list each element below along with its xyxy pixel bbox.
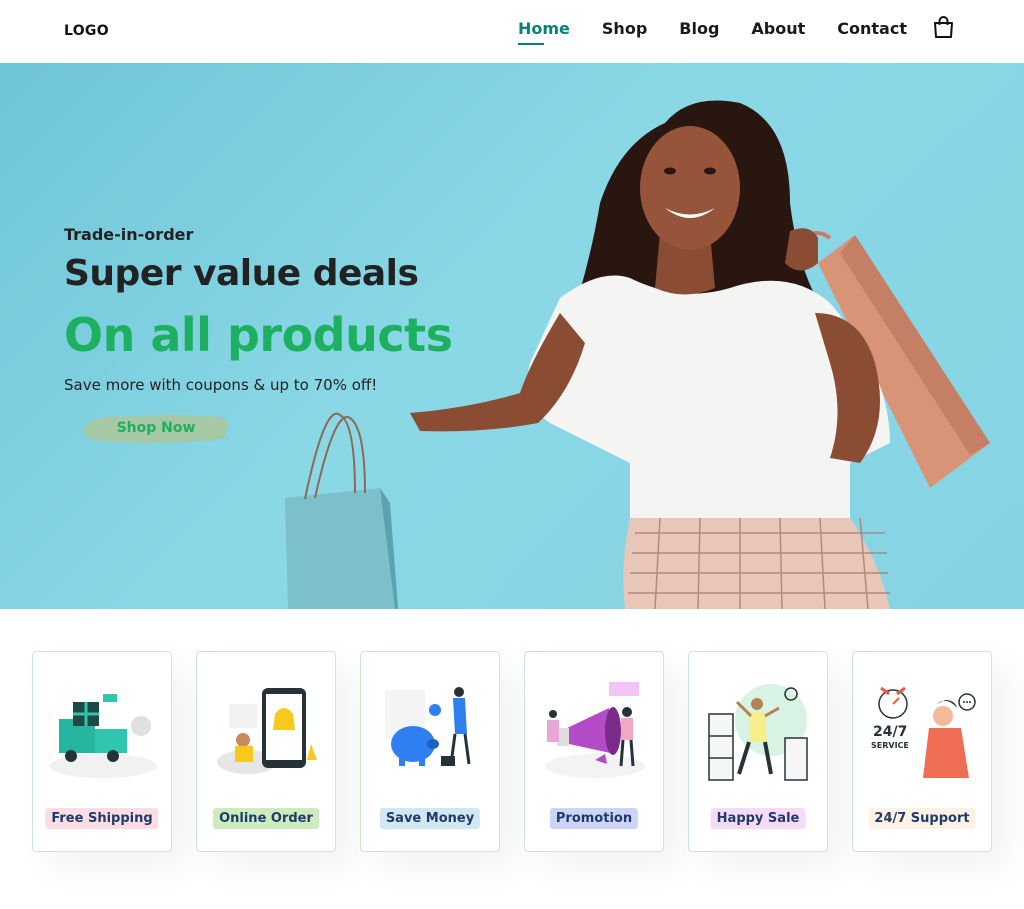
online-order-phone-illustration bbox=[217, 688, 317, 774]
shop-now-button[interactable]: Shop Now bbox=[80, 409, 232, 447]
site-logo[interactable]: LOGO bbox=[64, 23, 109, 39]
hero-highlight-title: On all products bbox=[64, 308, 453, 362]
piggy-bank-illustration bbox=[385, 687, 471, 766]
hero-banner: Trade-in-order Super value deals On all … bbox=[0, 63, 1024, 609]
shopping-bag-icon[interactable] bbox=[933, 16, 954, 39]
megaphone-promotion-illustration bbox=[545, 682, 645, 778]
feature-label: Save Money bbox=[379, 808, 481, 829]
nav-blog[interactable]: Blog bbox=[679, 19, 719, 44]
feature-list: Free Shipping Online Order Save Money Pr… bbox=[32, 651, 992, 852]
nav-about[interactable]: About bbox=[751, 19, 805, 44]
feature-label: Happy Sale bbox=[710, 808, 806, 829]
feature-label: Promotion bbox=[549, 808, 639, 829]
nav-home[interactable]: Home bbox=[518, 19, 570, 45]
happy-dance-illustration bbox=[708, 684, 808, 781]
feature-label: Free Shipping bbox=[45, 808, 159, 829]
support-agent-illustration: 24/7 SERVICE bbox=[871, 686, 976, 778]
site-header: LOGO Home Shop Blog About Contact bbox=[0, 0, 1024, 63]
feature-save-money[interactable]: Save Money bbox=[360, 651, 500, 852]
hero-subtitle: Trade-in-order bbox=[64, 225, 194, 244]
svg-text:SERVICE: SERVICE bbox=[871, 741, 909, 750]
feature-online-order[interactable]: Online Order bbox=[196, 651, 336, 852]
feature-happy-sale[interactable]: Happy Sale bbox=[688, 651, 828, 852]
hero-description: Save more with coupons & up to 70% off! bbox=[64, 376, 378, 394]
feature-label: 24/7 Support bbox=[868, 808, 976, 829]
feature-24-7-support[interactable]: 24/7 SERVICE 24/7 Support bbox=[852, 651, 992, 852]
nav-shop[interactable]: Shop bbox=[602, 19, 647, 44]
feature-free-shipping[interactable]: Free Shipping bbox=[32, 651, 172, 852]
main-nav: Home Shop Blog About Contact bbox=[518, 19, 907, 45]
feature-promotion[interactable]: Promotion bbox=[524, 651, 664, 852]
shop-now-label: Shop Now bbox=[116, 420, 196, 436]
delivery-truck-illustration bbox=[49, 694, 157, 778]
hero-title: Super value deals bbox=[64, 253, 419, 294]
nav-contact[interactable]: Contact bbox=[837, 19, 907, 44]
feature-label: Online Order bbox=[213, 808, 319, 829]
svg-text:24/7: 24/7 bbox=[873, 724, 907, 740]
